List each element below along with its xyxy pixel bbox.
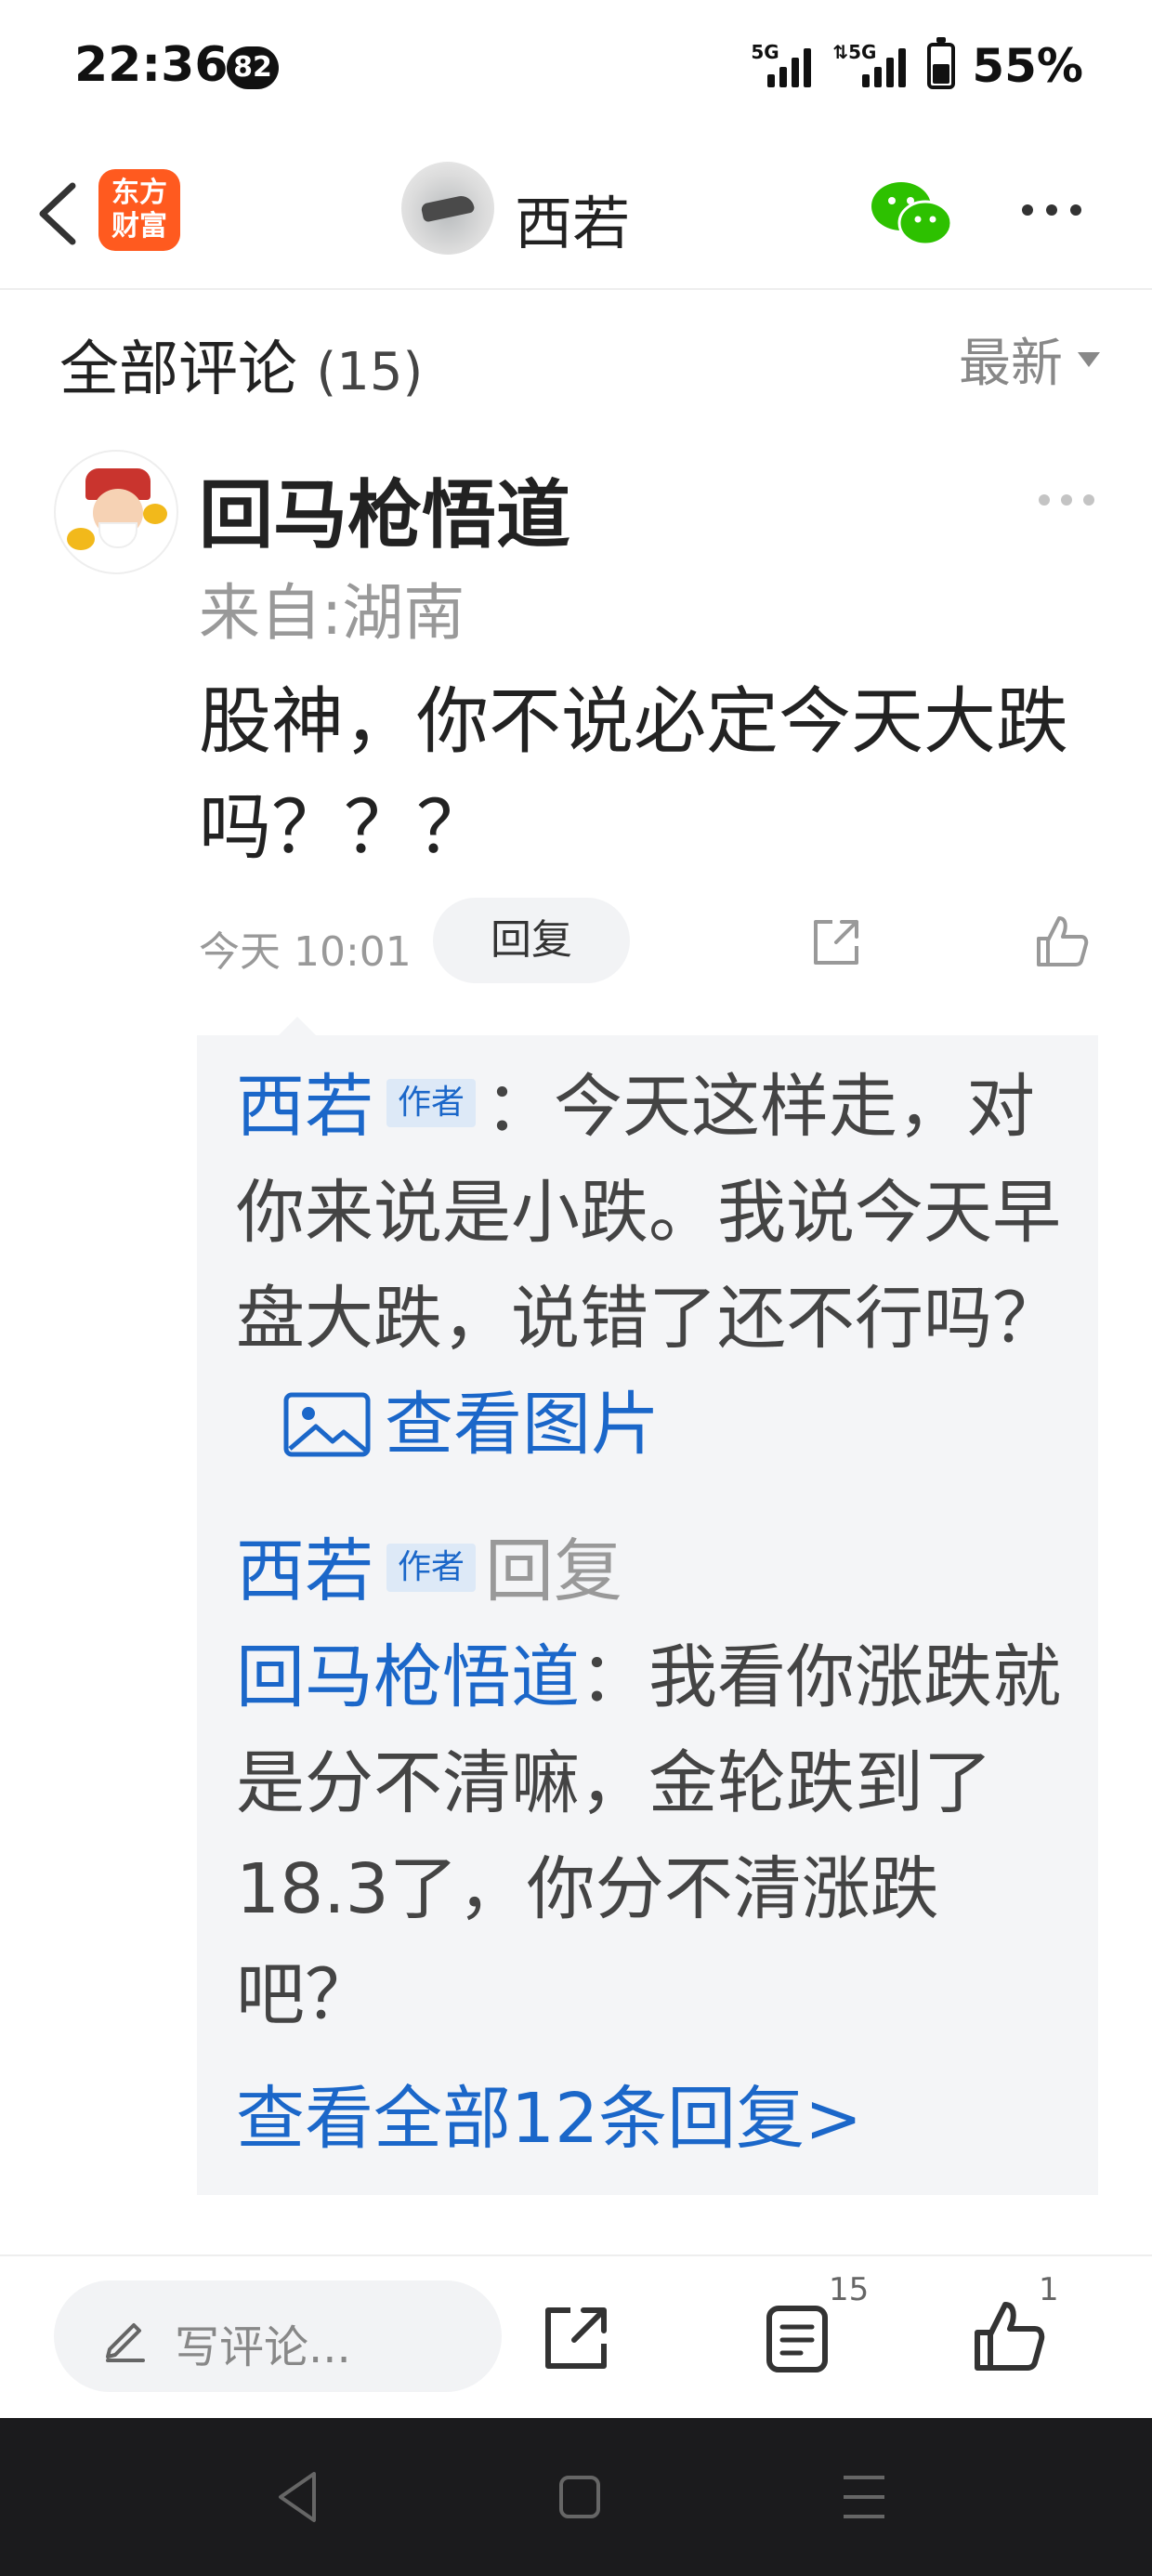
signal-icon-2: ⇅5G xyxy=(832,41,910,91)
author-name[interactable]: 西若 xyxy=(515,177,630,260)
reply-item-2: 西若 作者 回复 回马枪悟道：我看你涨跌就是分不清嘛，金轮跌到了18.3了，你分不清… xyxy=(236,1518,1072,2048)
status-time: 22:36 xyxy=(74,37,229,93)
like-count-badge: 1 xyxy=(1039,2271,1059,2308)
like-icon[interactable] xyxy=(970,2297,1048,2375)
app-logo-line1: 东方 xyxy=(111,177,167,209)
comment-count-badge: 15 xyxy=(829,2271,870,2308)
write-comment-input[interactable]: 写评论... xyxy=(54,2280,502,2392)
author-tag: 作者 xyxy=(386,1079,477,1128)
comments-count: (15) xyxy=(316,342,424,402)
system-back-icon[interactable] xyxy=(269,2464,325,2530)
top-nav: 东方 财富 西若 xyxy=(0,139,1152,290)
system-menu-icon[interactable] xyxy=(836,2464,892,2530)
app-logo[interactable]: 东方 财富 xyxy=(98,169,180,251)
share-icon[interactable] xyxy=(539,2301,613,2375)
reply-author[interactable]: 西若 xyxy=(236,1067,373,1147)
signal-tag-2: ⇅5G xyxy=(832,41,877,63)
status-indicators: 5G ⇅5G 55% xyxy=(751,37,1083,93)
share-icon[interactable] xyxy=(808,914,864,970)
reply-word: 回复 xyxy=(485,1531,623,1611)
write-comment-placeholder: 写评论... xyxy=(175,2321,351,2373)
replies-box: 西若 作者 ：今天这样走，对你来说是小跌。我说今天早盘大跌，说错了还不行吗？ 查看图片… xyxy=(197,1035,1098,2195)
pen-icon xyxy=(106,2323,145,2362)
reply-button[interactable]: 回复 xyxy=(433,898,630,983)
sort-label: 最新 xyxy=(959,334,1063,394)
comment-more-icon[interactable] xyxy=(1039,494,1094,506)
view-image-link[interactable]: 查看图片 xyxy=(282,1372,660,1478)
author-avatar[interactable] xyxy=(401,162,494,255)
comment-text: 股神，你不说必定今天大跌吗？？？ xyxy=(199,680,1069,870)
author-tag: 作者 xyxy=(386,1544,477,1593)
notification-badge: 82 xyxy=(227,46,279,89)
reply-item-1: 西若 作者 ：今天这样走，对你来说是小跌。我说今天早盘大跌，说错了还不行吗？ 查看图片 xyxy=(236,1054,1072,1488)
view-all-replies-link[interactable]: 查看全部12条回复> xyxy=(236,2063,862,2162)
battery-icon xyxy=(927,37,956,89)
more-options-icon[interactable] xyxy=(1022,204,1096,223)
commenter-name[interactable]: 回马枪悟道 xyxy=(199,455,570,563)
reply-author[interactable]: 西若 xyxy=(236,1531,373,1611)
commenter-location: 来自:湖南 xyxy=(199,577,465,649)
bottom-action-bar: 写评论... 15 1 xyxy=(0,2254,1152,2418)
app-logo-line2: 财富 xyxy=(111,210,167,243)
comments-list-icon[interactable] xyxy=(760,2299,834,2377)
comment-time: 今天 10:01 xyxy=(199,928,412,976)
comments-title: 全部评论 xyxy=(59,335,297,404)
image-icon xyxy=(283,1392,371,1457)
comments-header: 全部评论 (15) xyxy=(59,322,423,407)
signal-icon: 5G xyxy=(751,41,816,91)
system-home-icon[interactable] xyxy=(552,2464,608,2530)
commenter-avatar[interactable] xyxy=(54,450,178,574)
view-image-label: 查看图片 xyxy=(385,1385,660,1465)
back-icon[interactable] xyxy=(28,177,93,251)
reply-box-pointer xyxy=(279,1017,316,1035)
like-icon[interactable] xyxy=(1033,913,1091,970)
signal-tag-1: 5G xyxy=(751,41,779,63)
system-navigation-bar xyxy=(0,2418,1152,2576)
reply-target[interactable]: 回马枪悟道 xyxy=(236,1637,580,1717)
wechat-share-icon[interactable] xyxy=(870,178,953,249)
battery-text: 55% xyxy=(972,39,1083,93)
caret-down-icon xyxy=(1078,351,1100,367)
comment-meta: 今天 10:01 回复 xyxy=(199,898,1100,983)
status-bar: 22:36 82 5G ⇅5G 55% xyxy=(0,0,1152,139)
sort-dropdown[interactable]: 最新 xyxy=(959,322,1100,397)
